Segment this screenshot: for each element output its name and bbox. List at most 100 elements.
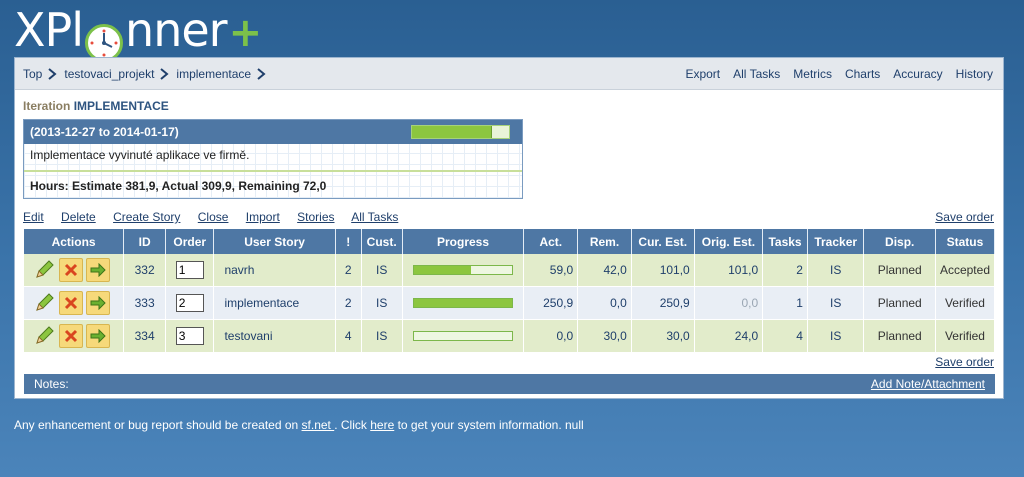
edit-pencil-icon[interactable] <box>32 258 56 282</box>
row-id[interactable]: 334 <box>123 319 167 353</box>
col-id[interactable]: ID <box>123 229 167 254</box>
row-progress <box>402 319 525 353</box>
iteration-progress-bar <box>411 125 510 139</box>
col-user-story[interactable]: User Story <box>213 229 336 254</box>
footer-text-1: Any enhancement or bug report should be … <box>14 418 302 432</box>
iteration-dates: (2013-12-27 to 2014-01-17) <box>30 125 179 139</box>
col-actual[interactable]: Act. <box>523 229 579 254</box>
row-remaining: 42,0 <box>577 254 632 287</box>
row-actual: 250,9 <box>523 286 579 320</box>
table-row: 332 navrh 2 IS 59,0 42,0 101,0 101,0 2 I… <box>24 254 996 287</box>
col-tasks[interactable]: Tasks <box>762 229 808 254</box>
row-remaining: 30,0 <box>577 319 632 353</box>
progress-fill <box>414 266 471 274</box>
row-tasks: 1 <box>762 286 808 320</box>
table-row: 334 testovani 4 IS 0,0 30,0 30,0 24,0 4 … <box>24 319 996 353</box>
breadcrumb-iteration[interactable]: implementace <box>176 67 251 81</box>
nav-metrics[interactable]: Metrics <box>793 67 832 81</box>
progress-bar <box>413 265 514 275</box>
xplanner-logo[interactable]: XPl nner + <box>14 3 262 62</box>
table-row: 333 implementace 2 IS 250,9 0,0 250,9 0,… <box>24 286 996 320</box>
import-link[interactable]: Import <box>246 210 280 224</box>
close-link[interactable]: Close <box>198 210 229 224</box>
col-priority[interactable]: ! <box>335 229 362 254</box>
edit-link[interactable]: Edit <box>23 210 44 224</box>
row-tracker[interactable]: IS <box>807 254 865 287</box>
row-tracker[interactable]: IS <box>807 286 865 320</box>
save-order-link-top[interactable]: Save order <box>935 210 994 224</box>
progress-bar <box>413 331 514 341</box>
delete-x-icon[interactable] <box>59 258 83 282</box>
row-original-estimate: 24,0 <box>694 319 764 353</box>
move-arrow-icon[interactable] <box>86 258 110 282</box>
row-customer[interactable]: IS <box>361 319 403 353</box>
chevron-right-icon <box>48 67 57 80</box>
delete-x-icon[interactable] <box>59 291 83 315</box>
row-status: Accepted <box>935 254 996 287</box>
row-actions <box>24 319 125 353</box>
top-bar: Top testovaci_projekt implementace Expor… <box>15 58 1003 90</box>
col-remaining[interactable]: Rem. <box>577 229 632 254</box>
breadcrumb-top[interactable]: Top <box>23 67 42 81</box>
stories-table: Actions ID Order User Story ! Cust. Prog… <box>24 229 996 353</box>
row-actual: 0,0 <box>523 319 579 353</box>
chevron-right-icon <box>257 67 266 80</box>
all-tasks-link[interactable]: All Tasks <box>351 210 398 224</box>
logo-text-start: XPl <box>14 3 84 57</box>
system-info-link[interactable]: here <box>370 418 394 432</box>
edit-pencil-icon[interactable] <box>32 324 56 348</box>
nav-accuracy[interactable]: Accuracy <box>893 67 942 81</box>
delete-link[interactable]: Delete <box>61 210 96 224</box>
notes-bar: Notes: Add Note/Attachment <box>24 374 995 394</box>
col-disposition[interactable]: Disp. <box>863 229 936 254</box>
table-header-row: Actions ID Order User Story ! Cust. Prog… <box>24 229 996 254</box>
row-progress <box>402 286 525 320</box>
nav-history[interactable]: History <box>956 67 993 81</box>
row-story[interactable]: navrh <box>213 254 336 287</box>
row-current-estimate: 101,0 <box>631 254 695 287</box>
nav-export[interactable]: Export <box>685 67 720 81</box>
move-arrow-icon[interactable] <box>86 324 110 348</box>
col-order[interactable]: Order <box>165 229 215 254</box>
row-disposition: Planned <box>863 319 936 353</box>
order-input[interactable] <box>175 294 204 312</box>
row-current-estimate: 30,0 <box>631 319 695 353</box>
top-navigation: Export All Tasks Metrics Charts Accuracy… <box>672 67 993 81</box>
col-status[interactable]: Status <box>935 229 996 254</box>
order-input[interactable] <box>175 327 204 345</box>
progress-fill <box>414 299 513 307</box>
row-customer[interactable]: IS <box>361 254 403 287</box>
row-id[interactable]: 332 <box>123 254 167 287</box>
edit-pencil-icon[interactable] <box>32 291 56 315</box>
col-original-estimate[interactable]: Orig. Est. <box>694 229 764 254</box>
move-arrow-icon[interactable] <box>86 291 110 315</box>
col-customer[interactable]: Cust. <box>361 229 403 254</box>
row-customer[interactable]: IS <box>361 286 403 320</box>
row-tracker[interactable]: IS <box>807 319 865 353</box>
create-story-link[interactable]: Create Story <box>113 210 180 224</box>
stories-link[interactable]: Stories <box>297 210 334 224</box>
row-order <box>165 286 215 320</box>
row-disposition: Planned <box>863 254 936 287</box>
save-order-link-bottom[interactable]: Save order <box>935 355 994 369</box>
nav-charts[interactable]: Charts <box>845 67 880 81</box>
order-input[interactable] <box>175 261 204 279</box>
footer-text-2: . Click <box>334 418 371 432</box>
add-note-link[interactable]: Add Note/Attachment <box>871 377 985 391</box>
sf-net-link[interactable]: sf.net <box>302 418 335 432</box>
col-tracker[interactable]: Tracker <box>807 229 865 254</box>
row-story[interactable]: implementace <box>213 286 336 320</box>
iteration-progress-fill <box>412 126 492 138</box>
col-current-estimate[interactable]: Cur. Est. <box>631 229 695 254</box>
row-id[interactable]: 333 <box>123 286 167 320</box>
delete-x-icon[interactable] <box>59 324 83 348</box>
breadcrumb-project[interactable]: testovaci_projekt <box>64 67 154 81</box>
nav-all-tasks[interactable]: All Tasks <box>733 67 780 81</box>
row-actions <box>24 286 125 320</box>
row-current-estimate: 250,9 <box>631 286 695 320</box>
main-panel: Top testovaci_projekt implementace Expor… <box>14 57 1004 399</box>
row-order <box>165 254 215 287</box>
row-status: Verified <box>935 286 996 320</box>
row-story[interactable]: testovani <box>213 319 336 353</box>
iteration-description: Implementace vyvinuté aplikace ve firmě. <box>24 144 522 172</box>
